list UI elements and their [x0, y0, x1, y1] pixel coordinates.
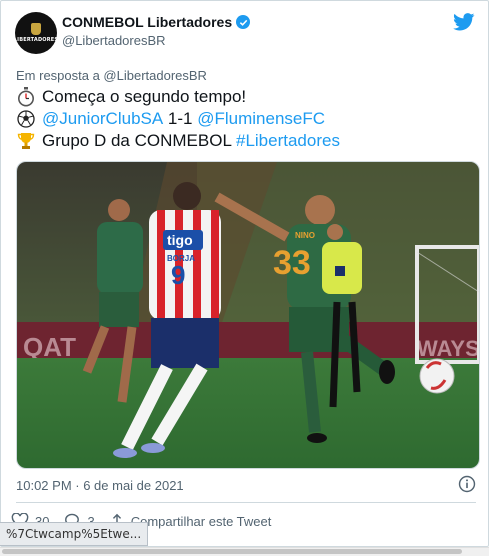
- author-info: CONMEBOL Libertadores @LibertadoresBR: [62, 14, 251, 48]
- twitter-logo-icon[interactable]: [453, 13, 475, 31]
- horizontal-scrollbar[interactable]: [0, 547, 489, 556]
- author-handle[interactable]: @LibertadoresBR: [62, 33, 250, 48]
- trophy-logo-icon: [31, 23, 41, 35]
- mention-fluminense[interactable]: @FluminenseFC: [197, 109, 325, 129]
- ball: [419, 358, 455, 394]
- stopwatch-icon: [16, 87, 36, 107]
- mention-junior[interactable]: @JuniorClubSA: [42, 109, 163, 129]
- tweet-line-1-text: Começa o segundo tempo!: [42, 87, 247, 106]
- verified-badge-icon: [236, 15, 251, 29]
- tweet-line-1: Começa o segundo tempo!: [16, 87, 246, 107]
- fluminense-jersey-name: NINO: [295, 231, 315, 240]
- junior-jersey-number: 9: [171, 260, 185, 290]
- junior-jersey-name: BORJA: [167, 254, 195, 263]
- actions-divider: [16, 502, 476, 503]
- junior-sponsor: tigo: [167, 232, 193, 248]
- author-display-name-row[interactable]: CONMEBOL Libertadores: [62, 14, 251, 30]
- tweet-timestamp[interactable]: 10:02 PM · 6 de mai de 2021: [16, 478, 184, 493]
- fluminense-jersey-number: 33: [273, 244, 311, 282]
- tweet-line-3-text: Grupo D da CONMEBOL: [42, 131, 236, 150]
- browser-status-url: %7Ctwcamp%5Etwe...: [0, 522, 149, 546]
- match-photo[interactable]: QAT WAYS 38 tigo 9: [16, 161, 480, 469]
- tweet-line-2: @JuniorClubSA 1-1 @FluminenseFC: [16, 109, 325, 129]
- ad-board-left-text: QAT: [23, 332, 76, 362]
- avatar-brand-text: LIBERTADORES: [13, 37, 59, 43]
- tweet-line-3: Grupo D da CONMEBOL #Libertadores: [16, 131, 340, 151]
- score-text: 1-1: [163, 109, 198, 128]
- match-photo-illustration: QAT WAYS 38 tigo 9: [17, 162, 479, 468]
- trophy-icon: [16, 131, 36, 151]
- author-avatar[interactable]: LIBERTADORES: [13, 12, 59, 54]
- author-display-name[interactable]: CONMEBOL Libertadores: [62, 14, 232, 30]
- ad-board-right-text: WAYS: [417, 336, 479, 361]
- info-icon[interactable]: [458, 475, 476, 493]
- reply-context[interactable]: Em resposta a @LibertadoresBR: [16, 68, 207, 83]
- share-label: Compartilhar este Tweet: [130, 513, 272, 529]
- hashtag-libertadores[interactable]: #Libertadores: [236, 131, 340, 151]
- scrollbar-thumb[interactable]: [2, 549, 462, 554]
- tweet-card: LIBERTADORES CONMEBOL Libertadores @Libe…: [0, 0, 489, 547]
- soccer-ball-icon: [16, 109, 36, 129]
